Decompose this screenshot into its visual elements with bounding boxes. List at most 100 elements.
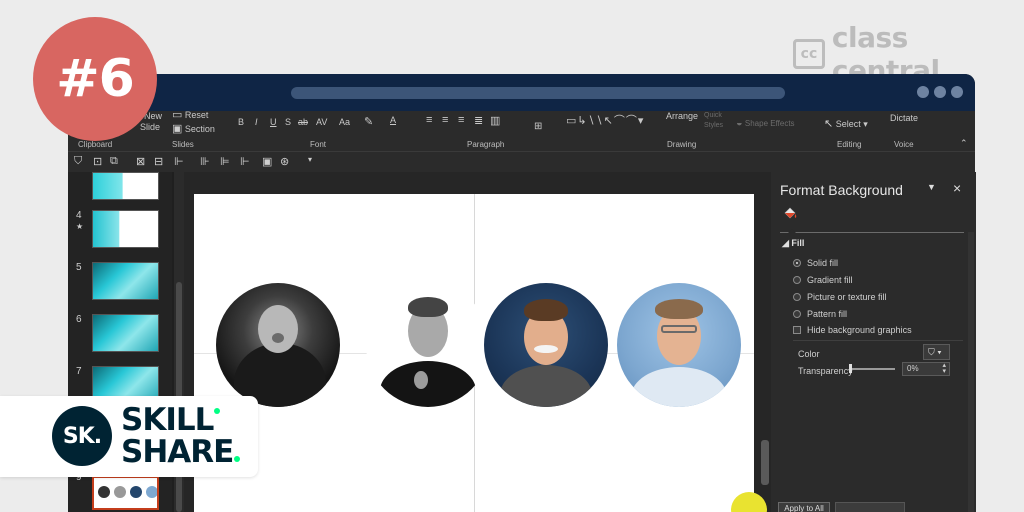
- rank-badge: #6: [33, 17, 157, 141]
- align-left-icon[interactable]: ≡: [426, 114, 432, 126]
- hide-background-label: Hide background graphics: [807, 325, 912, 335]
- portrait-face: [258, 305, 298, 353]
- skillshare-line2: SHARE: [121, 434, 234, 470]
- solid-fill-option[interactable]: Solid fill: [793, 258, 838, 268]
- hide-background-checkbox[interactable]: [793, 326, 801, 334]
- slide-thumbnail-selected[interactable]: [92, 476, 159, 510]
- highlight-icon[interactable]: ✎: [364, 115, 373, 128]
- align-center-icon[interactable]: ≡: [442, 114, 448, 126]
- transparency-slider[interactable]: [849, 368, 895, 370]
- hide-background-graphics-option[interactable]: Hide background graphics: [793, 325, 912, 335]
- portrait-image-4[interactable]: [617, 283, 741, 407]
- address-bar[interactable]: [291, 87, 785, 99]
- char-spacing-button[interactable]: AV: [316, 117, 327, 127]
- shapes-icon[interactable]: ⧉: [110, 155, 118, 168]
- pane-divider: [793, 340, 963, 341]
- portrait-image-1[interactable]: [216, 283, 340, 407]
- reset-button[interactable]: ▭ Reset: [172, 108, 208, 121]
- arrange-icon[interactable]: ⊟: [154, 155, 163, 168]
- distribute-horizontal-icon[interactable]: ⊪: [200, 155, 210, 168]
- select-label: Select: [835, 119, 861, 129]
- color-picker-button[interactable]: ⛉ ▾: [923, 344, 950, 360]
- font-shadow-button[interactable]: S: [285, 117, 291, 127]
- picture-fill-radio[interactable]: [793, 293, 801, 301]
- fill-section-label: Fill: [791, 238, 805, 248]
- select-button[interactable]: ↖ Select ▾: [824, 117, 868, 130]
- font-bold-button[interactable]: B: [238, 117, 244, 127]
- portrait-hair: [524, 299, 568, 321]
- transparency-input[interactable]: 0% ▴ ▾: [902, 362, 950, 376]
- font-color-button[interactable]: A: [390, 115, 396, 125]
- gradient-fill-radio[interactable]: [793, 276, 801, 284]
- columns-icon[interactable]: ▥: [490, 114, 500, 127]
- align-center-h-icon[interactable]: ⊩: [240, 155, 250, 168]
- dictate-label: Dictate: [890, 113, 919, 123]
- window-dot-icon[interactable]: [934, 86, 946, 98]
- ribbon: New Slide ▭ Reset ▣ Section B I U S ab A…: [68, 108, 975, 151]
- gradient-fill-label: Gradient fill: [807, 275, 853, 285]
- portrait-image-3[interactable]: [484, 283, 608, 407]
- skillshare-wordmark: SKILL SHARE: [121, 402, 241, 470]
- customize-qat-icon[interactable]: ▾: [308, 155, 312, 164]
- section-button[interactable]: ▣ Section: [172, 122, 215, 135]
- font-italic-button[interactable]: I: [255, 117, 258, 127]
- picture-fill-option[interactable]: Picture or texture fill: [793, 292, 887, 302]
- portrait-image-2[interactable]: [366, 283, 490, 407]
- portrait-body: [500, 365, 592, 407]
- portrait-hand: [414, 371, 428, 389]
- align-right-icon[interactable]: ≡: [458, 114, 464, 126]
- fill-bucket-icon[interactable]: [782, 206, 798, 222]
- portrait-hair: [408, 297, 448, 317]
- group-drawing-label: Drawing: [667, 140, 697, 149]
- pattern-fill-option[interactable]: Pattern fill: [793, 309, 847, 319]
- slide[interactable]: [194, 194, 754, 512]
- pane-options-dropdown-icon[interactable]: ▼: [927, 182, 936, 192]
- pattern-fill-radio[interactable]: [793, 310, 801, 318]
- collapse-ribbon-icon[interactable]: ⌃: [960, 138, 968, 149]
- pane-separator: [780, 232, 964, 233]
- window-dot-icon[interactable]: [951, 86, 963, 98]
- align-icon[interactable]: ⊩: [174, 155, 184, 168]
- font-underline-button[interactable]: U: [270, 117, 277, 127]
- shape-fill-icon[interactable]: ⛉: [74, 155, 82, 168]
- portrait-body: [380, 361, 476, 407]
- quick-access-toolbar: ⛉ ⊡ ⧉ ⊠ ⊟ ⊩ ⊪ ⊫ ⊩ ▣ ⊛ ▾: [68, 151, 975, 172]
- mini-portrait: [98, 486, 110, 498]
- smartart-icon[interactable]: ⊞: [534, 121, 542, 132]
- gradient-fill-option[interactable]: Gradient fill: [793, 275, 853, 285]
- skillshare-logo-card: SK. SKILL SHARE: [0, 396, 258, 477]
- shape-effects-icon: ◒: [736, 117, 743, 129]
- apply-to-all-button[interactable]: Apply to All: [778, 502, 830, 512]
- slide-thumbnail[interactable]: [92, 262, 159, 300]
- portrait-glasses: [661, 325, 697, 333]
- window-dot-icon[interactable]: [917, 86, 929, 98]
- slide-thumbnail[interactable]: [92, 210, 159, 248]
- shape-effects-button[interactable]: ◒ Shape Effects: [736, 117, 795, 129]
- dictate-button[interactable]: Dictate: [890, 113, 918, 123]
- font-strike-button[interactable]: ab: [298, 117, 308, 127]
- slide-thumbnail[interactable]: [92, 314, 159, 352]
- paint-bucket-icon: ⛉: [928, 347, 935, 357]
- shapes-gallery-icon[interactable]: ▭↳∖∖↖⌒⌒▾: [566, 112, 644, 128]
- pattern-fill-label: Pattern fill: [807, 309, 848, 319]
- justify-icon[interactable]: ≣: [474, 114, 483, 127]
- slide-scroll-thumb[interactable]: [761, 440, 769, 485]
- group-objects-icon[interactable]: ⊛: [280, 155, 289, 168]
- pane-title: Format Background: [780, 182, 903, 198]
- pane-scrollbar[interactable]: [968, 232, 974, 512]
- arrange-button[interactable]: Arrange: [666, 111, 698, 121]
- reset-background-button[interactable]: [835, 502, 905, 512]
- pane-close-icon[interactable]: ×: [953, 180, 961, 196]
- spinner-arrows-icon[interactable]: ▴ ▾: [942, 362, 946, 375]
- slide-thumbnail[interactable]: [92, 172, 159, 200]
- quick-styles-button[interactable]: Quick Styles: [704, 111, 728, 131]
- text-box-icon[interactable]: ⊡: [93, 155, 102, 168]
- change-case-button[interactable]: Aa: [339, 117, 350, 127]
- transparency-slider-knob[interactable]: [849, 364, 852, 373]
- save-icon[interactable]: ▣: [262, 155, 272, 168]
- skillshare-line1: SKILL: [121, 402, 214, 438]
- distribute-center-icon[interactable]: ⊫: [220, 155, 230, 168]
- solid-fill-radio[interactable]: [793, 259, 801, 267]
- fill-section-header[interactable]: ◢ Fill: [782, 238, 804, 249]
- picture-icon[interactable]: ⊠: [136, 155, 145, 168]
